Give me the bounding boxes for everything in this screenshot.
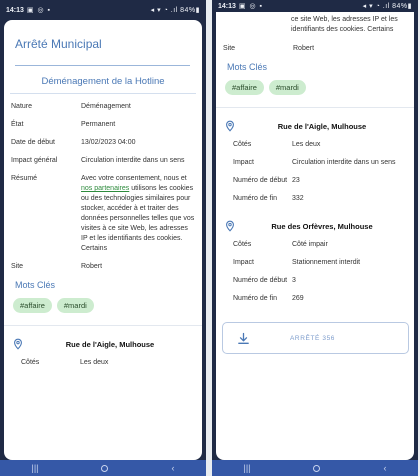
location-value: 23: [292, 177, 300, 184]
location-value: Côté impair: [292, 241, 328, 248]
keyword-chips: #affaire #mardi: [13, 298, 202, 313]
android-nav-bar: ||| ‹: [212, 460, 418, 476]
divider: [216, 107, 414, 108]
arrete-download-button[interactable]: ARRÊTÉ 356: [222, 322, 409, 354]
location-row-numero-fin: Numéro de fin 332: [233, 194, 408, 204]
location-row-numero-debut: Numéro de début 23: [233, 176, 408, 186]
status-bar: 14:13 ▣ ◎ ▪ ◂ ▾ ◔ .ıl 84%▮: [212, 0, 418, 12]
location-value: 332: [292, 195, 304, 202]
resume-text: Avec votre consentement, nous et nos par…: [79, 174, 196, 254]
detail-row-nature: Nature Déménagement: [11, 102, 196, 112]
location-label: Impact: [233, 159, 255, 166]
back-icon[interactable]: ‹: [171, 463, 174, 473]
status-icons-left: ▣ ◎ ▪: [238, 3, 263, 10]
detail-value: Déménagement: [81, 103, 131, 110]
location-value: 3: [292, 277, 296, 284]
tag-chip[interactable]: #mardi: [268, 80, 306, 95]
location-pin-icon: [226, 220, 234, 232]
location-row-cotes: Côtés Les deux: [21, 358, 196, 368]
location-value: Les deux: [292, 141, 321, 148]
detail-row-etat: État Permanent: [11, 120, 196, 130]
status-icons-right: ◂ ▾ ◔ .ıl 84%▮: [150, 7, 200, 14]
phone-screenshot-right: 14:13 ▣ ◎ ▪ ◂ ▾ ◔ .ıl 84%▮ ce site Web, …: [212, 0, 418, 476]
detail-label: Date de début: [11, 139, 55, 146]
home-icon[interactable]: [101, 464, 109, 472]
location-label: Côtés: [233, 241, 252, 248]
status-icons-right: ◂ ▾ ◔ .ıl 84%▮: [362, 3, 412, 10]
arrete-card-scrolled: ce site Web, les adresses IP et les iden…: [216, 12, 414, 460]
location-row-cotes: Côtés Les deux: [233, 140, 408, 150]
section-divider: [10, 93, 196, 94]
detail-row-site: Site Robert: [11, 262, 196, 272]
location-value: Les deux: [80, 359, 109, 366]
android-nav-bar: ||| ‹: [0, 460, 206, 476]
partners-link[interactable]: nos partenaires: [81, 185, 129, 192]
detail-value: Circulation interdite dans un sens: [81, 157, 185, 164]
location-name: Rue de l'Aigle, Mulhouse: [277, 121, 367, 131]
location-header: Rue de l'Aigle, Mulhouse: [12, 338, 196, 350]
location-pin-icon: [226, 120, 234, 132]
detail-row-date-debut: Date de début 13/02/2023 04:00: [11, 138, 196, 148]
location-header: Rue des Orfèvres, Mulhouse: [224, 220, 408, 232]
location-row-numero-debut: Numéro de début 3: [233, 276, 408, 286]
location-pin-icon: [14, 338, 22, 350]
location-label: Numéro de début: [233, 177, 288, 184]
location-row-impact: Impact Stationnement interdit: [233, 258, 408, 268]
home-icon[interactable]: [313, 464, 321, 472]
resume-text-tail: ce site Web, les adresses IP et les iden…: [291, 16, 398, 33]
arrete-button-label: ARRÊTÉ 356: [290, 334, 336, 342]
detail-label: Site: [223, 45, 236, 52]
keyword-chips: #affaire #mardi: [225, 80, 414, 95]
detail-row-impact: Impact général Circulation interdite dan…: [11, 156, 196, 166]
location-label: Côtés: [233, 141, 252, 148]
arrete-name: Déménagement de la Hotline: [41, 76, 165, 87]
status-bar: 14:13 ▣ ◎ ▪ ◂ ▾ ◔ .ıl 84%▮: [0, 0, 206, 20]
location-value: Circulation interdite dans un sens: [292, 159, 396, 166]
detail-label: État: [11, 121, 24, 128]
title-divider: [15, 65, 190, 66]
keywords-title: Mots Clés: [227, 62, 268, 72]
detail-label: Site: [11, 263, 24, 270]
detail-value: 13/02/2023 04:00: [81, 139, 136, 146]
status-time: 14:13: [218, 2, 236, 10]
detail-label: Résumé: [11, 175, 38, 182]
detail-label: Nature: [11, 103, 33, 110]
divider: [4, 325, 202, 326]
resume-before: Avec votre consentement, nous et: [81, 175, 187, 182]
detail-row-site: Site Robert: [223, 44, 408, 54]
location-name: Rue des Orfèvres, Mulhouse: [271, 221, 373, 231]
detail-label: Impact général: [11, 157, 58, 164]
download-icon: [238, 332, 249, 344]
location-value: 269: [292, 295, 304, 302]
page-title: Arrêté Municipal: [15, 37, 102, 51]
location-name: Rue de l'Aigle, Mulhouse: [65, 339, 155, 349]
detail-value: Robert: [293, 45, 315, 52]
location-row-impact: Impact Circulation interdite dans un sen…: [233, 158, 408, 168]
keywords-title: Mots Clés: [15, 280, 56, 290]
location-header: Rue de l'Aigle, Mulhouse: [224, 120, 408, 132]
status-time: 14:13: [6, 6, 24, 14]
tag-chip[interactable]: #affaire: [225, 80, 264, 95]
location-label: Côtés: [21, 359, 40, 366]
recents-icon[interactable]: |||: [243, 463, 250, 473]
tag-chip[interactable]: #affaire: [13, 298, 52, 313]
location-label: Numéro de fin: [233, 195, 277, 202]
location-value: Stationnement interdit: [292, 259, 361, 266]
recents-icon[interactable]: |||: [31, 463, 38, 473]
back-icon[interactable]: ‹: [383, 463, 386, 473]
detail-value: Permanent: [81, 121, 116, 128]
detail-row-resume: Résumé Avec votre consentement, nous et …: [11, 174, 196, 254]
location-label: Impact: [233, 259, 255, 266]
location-row-cotes: Côtés Côté impair: [233, 240, 408, 250]
tag-chip[interactable]: #mardi: [56, 298, 94, 313]
location-label: Numéro de début: [233, 277, 288, 284]
location-row-numero-fin: Numéro de fin 269: [233, 294, 408, 304]
detail-value: Robert: [81, 263, 103, 270]
resume-after: utilisons les cookies ou des technologie…: [81, 185, 195, 252]
phone-screenshot-left: 14:13 ▣ ◎ ▪ ◂ ▾ ◔ .ıl 84%▮ Arrêté Munici…: [0, 0, 206, 476]
status-icons-left: ▣ ◎ ▪: [26, 7, 51, 14]
arrete-card: Arrêté Municipal Déménagement de la Hotl…: [4, 20, 202, 460]
location-label: Numéro de fin: [233, 295, 277, 302]
